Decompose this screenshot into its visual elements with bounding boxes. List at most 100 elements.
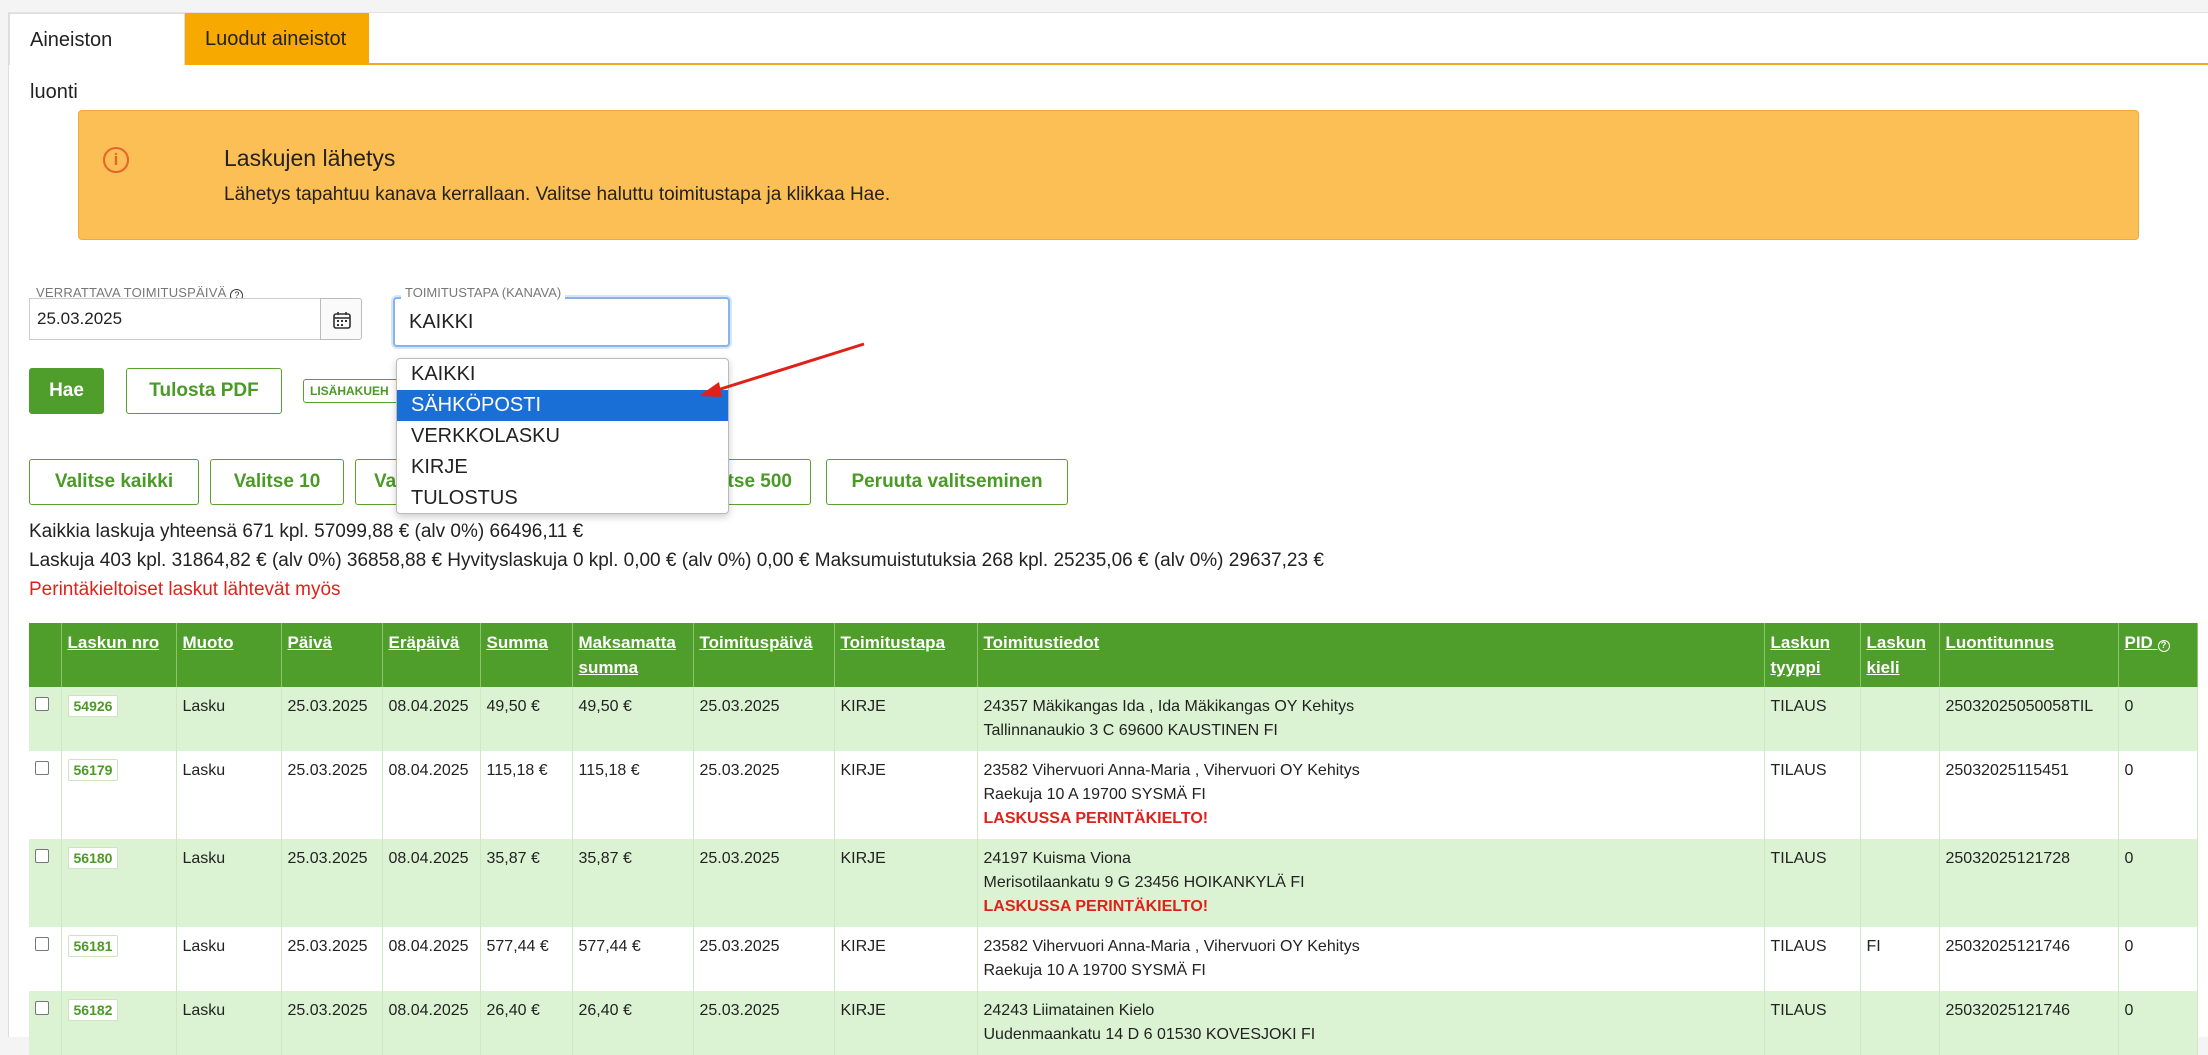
tab-bar: Aineiston luonti Luodut aineistot: [9, 13, 2208, 103]
cell-laskun-nro: 56179: [61, 751, 177, 839]
row-checkbox[interactable]: [35, 761, 49, 775]
header-luontitunnus[interactable]: Luontitunnus: [1939, 623, 2119, 687]
cell-maksamatta: 49,50 €: [572, 687, 694, 751]
header-pid-label: PID: [2124, 633, 2153, 652]
cell-toimitustiedot: 23582 Vihervuori Anna-Maria , Vihervuori…: [977, 751, 1765, 839]
cell-pid: 0: [2118, 991, 2198, 1055]
cell-toimituspaiva: 25.03.2025: [693, 839, 835, 927]
table-row[interactable]: 56182 Lasku 25.03.2025 08.04.2025 26,40 €26,…: [29, 991, 2198, 1055]
cell-laskun-nro: 56180: [61, 839, 177, 927]
row-checkbox[interactable]: [35, 1001, 49, 1015]
dropdown-option-kirje[interactable]: KIRJE: [397, 452, 728, 483]
search-button[interactable]: Hae: [29, 368, 104, 414]
cell-laskun-nro: 54926: [61, 687, 177, 751]
header-erapaiva[interactable]: Eräpäivä: [382, 623, 481, 687]
cell-summa: 26,40 €: [480, 991, 573, 1055]
header-laskun-tyyppi[interactable]: Laskun tyyppi: [1764, 623, 1861, 687]
cell-toimitustapa: KIRJE: [834, 839, 978, 927]
cell-toimitustiedot: 23582 Vihervuori Anna-Maria , Vihervuori…: [977, 927, 1765, 991]
cell-paiva: 25.03.2025: [281, 839, 383, 927]
header-laskun-nro[interactable]: Laskun nro: [61, 623, 177, 687]
cell-erapaiva: 08.04.2025: [382, 751, 481, 839]
dropdown-option-kaikki[interactable]: KAIKKI: [397, 359, 728, 390]
calendar-icon: [333, 312, 351, 329]
channel-select[interactable]: KAIKKI: [393, 297, 730, 347]
cell-maksamatta: 35,87 €: [572, 839, 694, 927]
header-pid[interactable]: PID ?: [2118, 623, 2198, 687]
cell-erapaiva: 08.04.2025: [382, 991, 481, 1055]
delivery-address: Raekuja 10 A 19700 SYSMÄ FI: [983, 786, 1206, 803]
cell-toimitustapa: KIRJE: [834, 927, 978, 991]
table-row[interactable]: 56180 Lasku 25.03.2025 08.04.2025 35,87 €35,…: [29, 839, 2198, 927]
invoice-number-link[interactable]: 56180: [67, 847, 119, 869]
cell-laskun-kieli: [1860, 687, 1940, 751]
row-checkbox[interactable]: [35, 697, 49, 711]
cell-erapaiva: 08.04.2025: [382, 687, 481, 751]
header-checkbox: [29, 623, 62, 687]
invoice-number-link[interactable]: 56181: [67, 935, 119, 957]
date-input[interactable]: 25.03.2025: [29, 298, 341, 340]
invoice-number-link[interactable]: 56179: [67, 759, 119, 781]
cell-pid: 0: [2118, 751, 2198, 839]
alert-title: Laskujen lähetys: [224, 145, 396, 171]
row-checkbox-cell: [29, 839, 62, 927]
header-muoto[interactable]: Muoto: [176, 623, 282, 687]
cell-maksamatta: 26,40 €: [572, 991, 694, 1055]
calendar-button[interactable]: [320, 298, 362, 340]
summary-warning: Perintäkieltoiset laskut lähtevät myös: [29, 579, 341, 600]
cell-muoto: Lasku: [176, 991, 282, 1055]
header-summa[interactable]: Summa: [480, 623, 573, 687]
row-checkbox-cell: [29, 991, 62, 1055]
collection-ban-warning: LASKUSSA PERINTÄKIELTO!: [983, 898, 1209, 915]
select-10-button[interactable]: Valitse 10: [210, 459, 344, 505]
header-laskun-kieli[interactable]: Laskun kieli: [1860, 623, 1940, 687]
tab-aineiston-luonti[interactable]: Aineiston luonti: [9, 13, 185, 103]
cell-laskun-tyyppi: TILAUS: [1764, 927, 1861, 991]
dropdown-option-verkkolasku[interactable]: VERKKOLASKU: [397, 421, 728, 452]
table-row[interactable]: 56179 Lasku 25.03.2025 08.04.2025 115,18 €11…: [29, 751, 2198, 839]
cell-laskun-tyyppi: TILAUS: [1764, 751, 1861, 839]
tab-luodut-aineistot[interactable]: Luodut aineistot: [185, 13, 369, 65]
table-row[interactable]: 56181 Lasku 25.03.2025 08.04.2025 577,44 €57…: [29, 927, 2198, 991]
table-header-row: Laskun nro Muoto Päivä Eräpäivä Summa Ma…: [29, 623, 2198, 687]
info-alert: i Laskujen lähetys Lähetys tapahtuu kana…: [78, 110, 2139, 240]
cell-laskun-kieli: [1860, 839, 1940, 927]
header-maksamatta[interactable]: Maksamatta summa: [572, 623, 694, 687]
header-toimituspaiva[interactable]: Toimituspäivä: [693, 623, 835, 687]
table-row[interactable]: 54926 Lasku 25.03.2025 08.04.2025 49,50 €49,…: [29, 687, 2198, 751]
dropdown-option-tulostus[interactable]: TULOSTUS: [397, 483, 728, 514]
cell-laskun-tyyppi: TILAUS: [1764, 839, 1861, 927]
cell-laskun-tyyppi: TILAUS: [1764, 687, 1861, 751]
row-checkbox[interactable]: [35, 849, 49, 863]
cell-laskun-kieli: [1860, 751, 1940, 839]
header-paiva[interactable]: Päivä: [281, 623, 383, 687]
delivery-name: 24357 Mäkikangas Ida , Ida Mäkikangas OY…: [983, 698, 1355, 715]
cell-pid: 0: [2118, 687, 2198, 751]
print-pdf-button[interactable]: Tulosta PDF: [126, 368, 282, 414]
cell-laskun-kieli: [1860, 991, 1940, 1055]
cell-toimituspaiva: 25.03.2025: [693, 991, 835, 1055]
header-toimitustapa[interactable]: Toimitustapa: [834, 623, 978, 687]
extra-search-button[interactable]: LISÄHAKUEH: [303, 379, 399, 403]
alert-text: Lähetys tapahtuu kanava kerrallaan. Vali…: [224, 184, 891, 205]
help-icon[interactable]: ?: [2157, 640, 2170, 652]
cell-toimitustapa: KIRJE: [834, 751, 978, 839]
invoice-number-link[interactable]: 54926: [67, 695, 119, 717]
cell-paiva: 25.03.2025: [281, 751, 383, 839]
dropdown-option-sahkoposti[interactable]: SÄHKÖPOSTI: [397, 390, 728, 421]
cell-summa: 577,44 €: [480, 927, 573, 991]
cell-toimitustiedot: 24197 Kuisma Viona Merisotilaankatu 9 G 2…: [977, 839, 1765, 927]
row-checkbox-cell: [29, 927, 62, 991]
collection-ban-warning: LASKUSSA PERINTÄKIELTO!: [983, 810, 1209, 827]
select-all-button[interactable]: Valitse kaikki: [29, 459, 199, 505]
invoice-number-link[interactable]: 56182: [67, 999, 119, 1021]
cell-laskun-nro: 56181: [61, 927, 177, 991]
cell-pid: 0: [2118, 839, 2198, 927]
header-toimitustiedot[interactable]: Toimitustiedot: [977, 623, 1765, 687]
delivery-name: 23582 Vihervuori Anna-Maria , Vihervuori…: [983, 938, 1360, 955]
cancel-selection-button[interactable]: Peruuta valitseminen: [826, 459, 1068, 505]
row-checkbox[interactable]: [35, 937, 49, 951]
page: Aineiston luonti Luodut aineistot i Lask…: [8, 12, 2208, 1055]
cell-toimitustapa: KIRJE: [834, 991, 978, 1055]
cell-summa: 49,50 €: [480, 687, 573, 751]
